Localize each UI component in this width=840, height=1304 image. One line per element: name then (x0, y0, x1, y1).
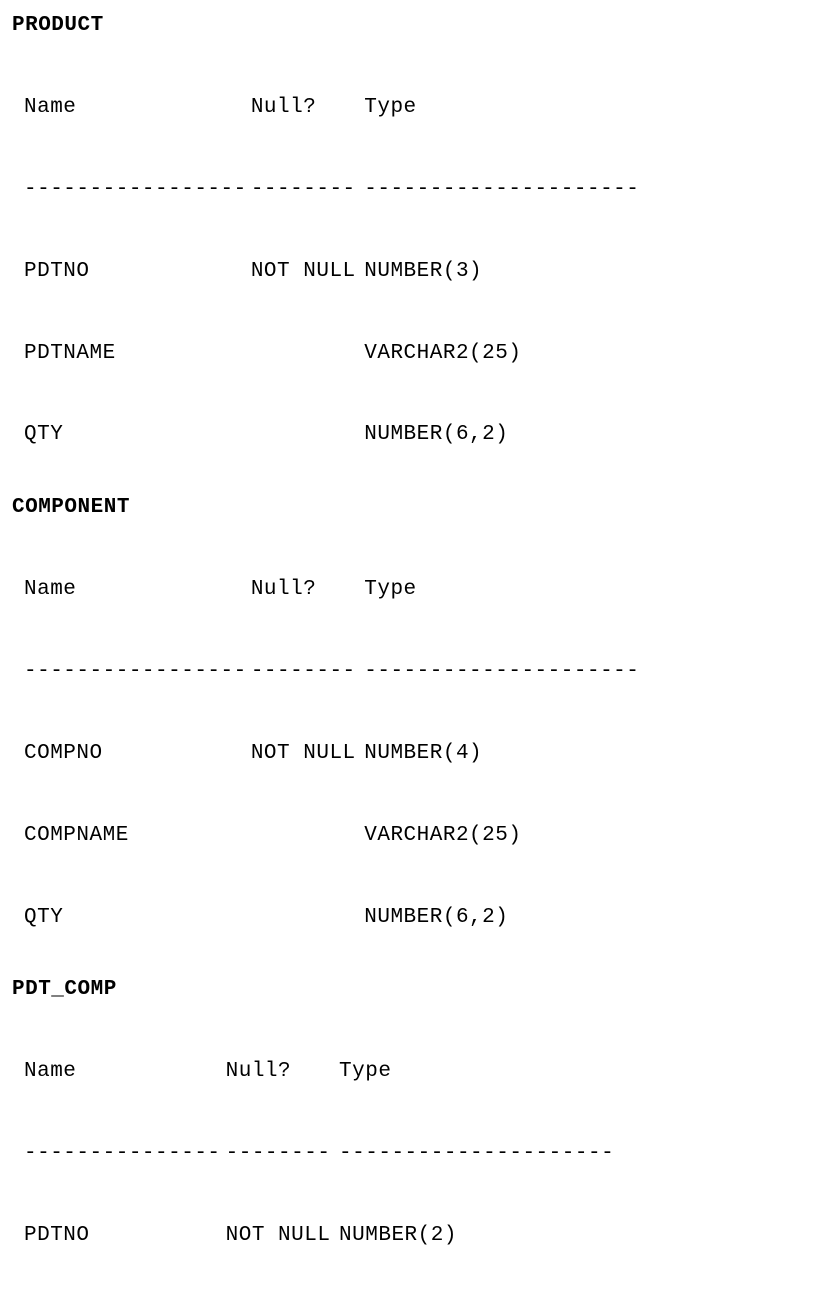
header-type: Type (339, 1058, 391, 1085)
table-name-component: COMPONENT (12, 494, 828, 521)
header-name: Name (24, 576, 251, 603)
table-row: PDTNAME VARCHAR2(25) (24, 340, 828, 367)
cell-type: VARCHAR2(25) (364, 340, 521, 367)
cell-name: QTY (24, 421, 251, 448)
divider-type: --------------------- (364, 658, 639, 685)
table-row: PDTNONOT NULLNUMBER(2) (24, 1222, 828, 1249)
table-row: COMPNONOT NULLNUMBER(4) (24, 740, 828, 767)
header-name: Name (24, 94, 251, 121)
divider-name: ----------------- (24, 658, 251, 685)
table-component: NameNull?Type --------------------------… (24, 521, 828, 958)
header-name: Name (24, 1058, 226, 1085)
table-row: QTY NUMBER(6,2) (24, 904, 828, 931)
cell-name: PDTNO (24, 258, 251, 285)
cell-name: PDTNO (24, 1222, 226, 1249)
divider-type: --------------------- (364, 176, 639, 203)
table-header: NameNull?Type (24, 94, 828, 121)
cell-type: NUMBER(2) (339, 1222, 457, 1249)
cell-null: NOT NULL (251, 740, 364, 767)
table-pdtcomp: NameNull?Type --------------------------… (24, 1003, 828, 1304)
cell-type: NUMBER(6,2) (364, 904, 508, 931)
table-header: NameNull?Type (24, 576, 828, 603)
cell-null: NOT NULL (226, 1222, 339, 1249)
table-header: NameNull?Type (24, 1058, 828, 1085)
table-divider: ----------------------------------------… (24, 658, 828, 685)
header-type: Type (364, 94, 416, 121)
header-null: Null? (251, 576, 364, 603)
header-type: Type (364, 576, 416, 603)
header-null: Null? (251, 94, 364, 121)
table-name-product: PRODUCT (12, 12, 828, 39)
table-row: QTY NUMBER(6,2) (24, 421, 828, 448)
cell-null: NOT NULL (251, 258, 364, 285)
table-divider: ----------------------------------------… (24, 1140, 828, 1167)
cell-name: QTY (24, 904, 251, 931)
table-row: COMPNAME VARCHAR2(25) (24, 822, 828, 849)
divider-null: -------- (251, 176, 364, 203)
table-name-pdtcomp: PDT_COMP (12, 976, 828, 1003)
cell-name: COMPNO (24, 740, 251, 767)
divider-type: --------------------- (339, 1140, 614, 1167)
cell-type: NUMBER(6,2) (364, 421, 508, 448)
divider-name: ----------------- (24, 176, 251, 203)
table-divider: ----------------------------------------… (24, 176, 828, 203)
divider-name: --------------- (24, 1140, 226, 1167)
cell-type: NUMBER(3) (364, 258, 482, 285)
table-product: NameNull?Type --------------------------… (24, 39, 828, 476)
cell-name: PDTNAME (24, 340, 251, 367)
cell-type: VARCHAR2(25) (364, 822, 521, 849)
header-null: Null? (226, 1058, 339, 1085)
divider-null: -------- (251, 658, 364, 685)
cell-type: NUMBER(4) (364, 740, 482, 767)
cell-name: COMPNAME (24, 822, 251, 849)
divider-null: -------- (226, 1140, 339, 1167)
table-row: PDTNONOT NULLNUMBER(3) (24, 258, 828, 285)
